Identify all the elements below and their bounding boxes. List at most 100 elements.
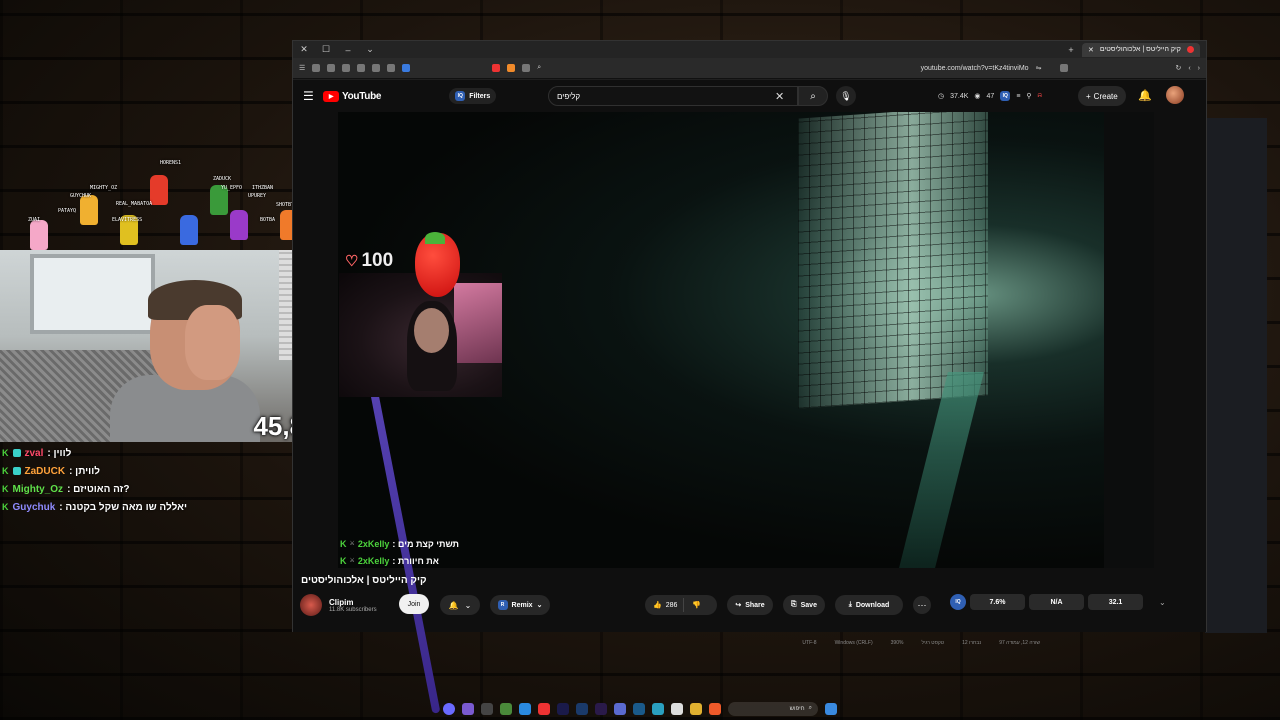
app-icon[interactable] [519, 702, 531, 715]
strawberry-leaf [425, 232, 445, 244]
sprite-name: YU_EPFO [221, 185, 243, 191]
sprite-name: UPUREY [248, 193, 267, 199]
remix-label: Remix [511, 601, 533, 609]
premiere-icon[interactable] [595, 702, 607, 715]
alert-icon[interactable] [492, 64, 501, 72]
user-avatar[interactable] [1166, 86, 1184, 104]
brave-icon[interactable] [709, 702, 721, 715]
chrome-icon[interactable] [538, 702, 550, 715]
create-button[interactable]: + Create [1078, 86, 1126, 106]
iq-extension-bar: IQ 7.6% N/A 32.1 ⌄ [950, 592, 1186, 612]
screenshot-icon[interactable] [522, 64, 531, 72]
browser-tab[interactable]: ✕ קיק הייליטס | אלכוהוליסטים [1082, 42, 1200, 57]
sword-icon: ⚔ [349, 541, 355, 547]
youtube-logo[interactable]: ▶ YouTube [323, 90, 382, 102]
extension-icon[interactable] [327, 64, 336, 72]
chat-text: : את חיוורת [392, 555, 439, 566]
photoshop-icon[interactable] [576, 702, 588, 715]
shield-icon[interactable] [312, 64, 321, 72]
sprite-name: ITHZBAN [252, 185, 274, 191]
reload-icon[interactable]: ↻ [1175, 64, 1181, 72]
pin-icon[interactable]: ⚲ [1026, 92, 1031, 100]
chat-username: Mighty_Oz [12, 483, 64, 495]
discord-icon[interactable] [462, 702, 474, 715]
list-icon[interactable]: ≡ [1016, 93, 1020, 100]
remix-button[interactable]: R Remix ⌄ [490, 595, 550, 615]
chat-text: : זה האוטיזם? [67, 483, 130, 495]
after-effects-icon[interactable] [557, 702, 569, 715]
chat-text: : תשתי קצת מים [392, 538, 460, 549]
history-icon[interactable] [372, 64, 381, 72]
steam-icon[interactable] [633, 702, 645, 715]
search-input[interactable]: קליפים [548, 86, 798, 106]
share-page-icon[interactable]: ⇋ [1036, 64, 1042, 72]
brave-icon[interactable] [507, 64, 516, 72]
chat-text: : לוויתן [69, 465, 100, 477]
windows-start-icon[interactable] [825, 702, 837, 715]
search-icon[interactable]: ⌕ [537, 64, 541, 72]
app-icon[interactable] [500, 702, 512, 715]
taskbar-search[interactable]: חיפוש ⌕ [728, 701, 818, 716]
channel-name[interactable]: Clipim [329, 598, 377, 607]
search-button[interactable]: ⌕ [798, 86, 828, 106]
kick-icon: K [340, 538, 347, 549]
calendar-icon[interactable] [671, 702, 683, 715]
folder-icon[interactable] [690, 702, 702, 715]
share-button[interactable]: ↪ Share [727, 595, 773, 615]
back-icon[interactable]: ‹ [1188, 65, 1190, 72]
terminal-icon[interactable] [481, 702, 493, 715]
subscribe-bell-button[interactable]: 🔔 ⌄ [440, 595, 480, 615]
join-button[interactable]: Join [399, 594, 429, 614]
bell-alert-icon[interactable]: ⍾ [1038, 92, 1043, 100]
close-window-icon[interactable]: ✕ [293, 44, 315, 55]
hamburger-menu-icon[interactable]: ☰ [303, 89, 315, 103]
chat-username: zval [24, 447, 44, 459]
status-item: UTF-8 [802, 640, 817, 646]
facepalm-hand [185, 305, 240, 380]
chat-badge-icon [12, 467, 21, 475]
maximize-icon[interactable]: ☐ [315, 44, 337, 55]
minimize-icon[interactable]: – [337, 45, 359, 55]
obs-icon[interactable] [443, 702, 455, 715]
dislike-button[interactable]: 👎 [684, 601, 709, 609]
chevron-down-icon[interactable]: ⌄ [359, 44, 381, 55]
download-label: Download [855, 601, 890, 609]
new-tab-icon[interactable]: + [1060, 45, 1082, 55]
more-actions-button[interactable]: ⋯ [913, 596, 931, 614]
notifications-bell-icon[interactable]: 🔔 [1138, 89, 1152, 102]
iq-icon[interactable]: IQ [950, 594, 966, 610]
streamer-webcam: 45,852 [0, 250, 339, 442]
settings-icon[interactable] [387, 64, 396, 72]
download-button[interactable]: ⤓ Download [835, 595, 903, 615]
reading-list-icon[interactable] [357, 64, 366, 72]
close-tab-icon[interactable]: ✕ [1088, 46, 1094, 54]
sprite-name: PATAYQ [58, 208, 77, 214]
menu-icon[interactable]: ☰ [299, 64, 305, 72]
voice-search-button[interactable]: 🎙 [836, 86, 856, 106]
vpn-icon[interactable] [402, 64, 411, 72]
channel-row: Clipim 11.8K subscribers Join 🔔 ⌄ R Remi… [300, 593, 950, 617]
channel-avatar[interactable] [300, 594, 322, 616]
chat-message: K zval : לווין [2, 444, 292, 462]
background-window [1205, 118, 1267, 633]
bookmarks-icon[interactable] [342, 64, 351, 72]
like-button[interactable]: 👍 286 [645, 598, 685, 612]
iq-icon[interactable]: IQ [1000, 91, 1011, 101]
sprite [150, 175, 168, 205]
filters-button[interactable]: IQ Filters [449, 88, 497, 104]
plus-icon: + [1086, 91, 1091, 101]
save-button[interactable]: ⎘ Save [783, 595, 825, 615]
forward-icon[interactable]: › [1198, 65, 1200, 72]
chat-message: K ZaDUCK : לוויתן [2, 462, 292, 480]
chevron-down-icon: ⌄ [464, 600, 472, 610]
eye-icon: ◉ [974, 93, 981, 100]
sprite [180, 215, 198, 245]
bookmark-icon[interactable] [1060, 64, 1069, 72]
app-icon[interactable] [614, 702, 626, 715]
thumbs-down-icon: 👎 [692, 602, 702, 609]
url-field[interactable]: youtube.com/watch?v=tKz4tinviMo [921, 65, 1029, 72]
heart-icon: ♡ [345, 253, 359, 270]
chevron-down-icon[interactable]: ⌄ [1159, 598, 1166, 607]
notepad-icon[interactable] [652, 702, 664, 715]
clear-search-icon[interactable]: ✕ [775, 90, 784, 103]
